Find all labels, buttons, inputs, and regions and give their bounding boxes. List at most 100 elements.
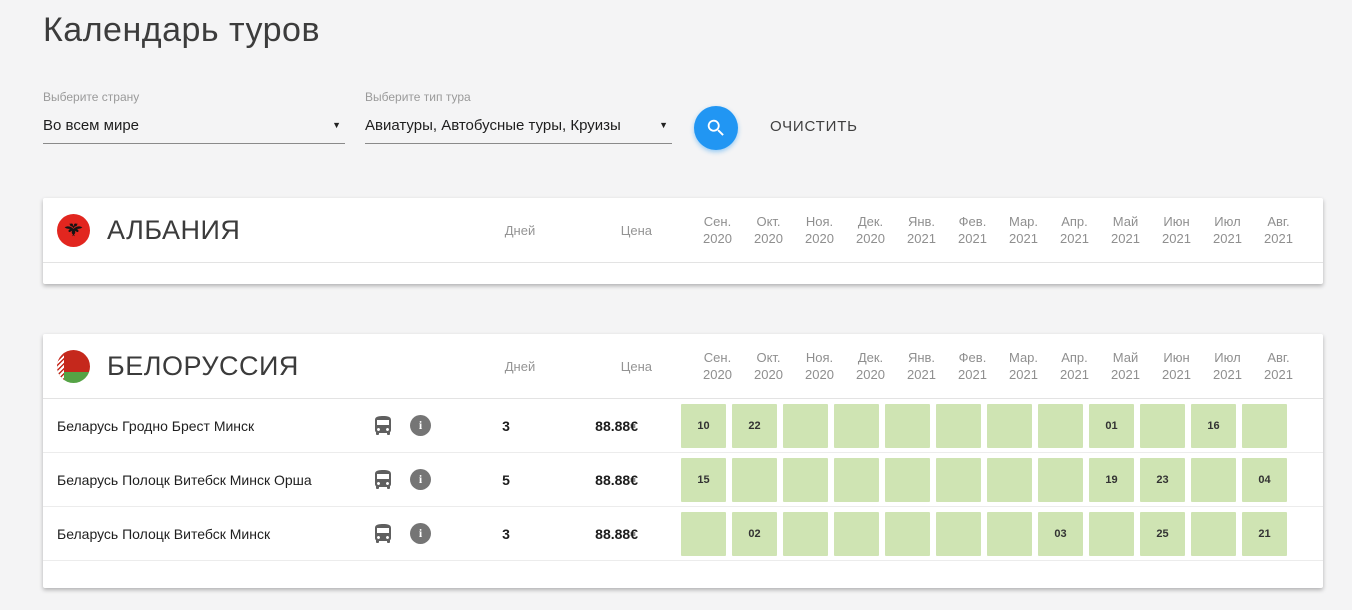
tour-row: Беларусь Гродно Брест Минск i 3 88.88€ 1…	[43, 399, 1323, 453]
month-column-header: Дек. 2020	[848, 213, 893, 247]
calendar-date-cell	[885, 512, 930, 556]
month-name: Ноя.	[797, 349, 842, 366]
country-card-header[interactable]: БЕЛОРУССИЯ Дней Цена Сен. 2020 Окт. 2020…	[43, 334, 1323, 399]
month-column-header: Мар. 2021	[1001, 213, 1046, 247]
calendar-date-cell[interactable]: 16	[1191, 404, 1236, 448]
tour-name[interactable]: Беларусь Гродно Брест Минск	[43, 418, 371, 434]
tour-icons: i	[371, 522, 471, 546]
month-year: 2021	[1103, 230, 1148, 247]
month-column-header: Авг. 2021	[1256, 349, 1301, 383]
month-name: Фев.	[950, 213, 995, 230]
calendar-date-cell[interactable]: 25	[1140, 512, 1185, 556]
calendar-date-cell[interactable]: 22	[732, 404, 777, 448]
month-column-header: Фев. 2021	[950, 349, 995, 383]
filters-bar: Выберите страну Во всем мире ▼ Выберите …	[43, 90, 1352, 150]
month-name: Янв.	[899, 349, 944, 366]
tour-icons: i	[371, 414, 471, 438]
calendar-date-cell[interactable]: 03	[1038, 512, 1083, 556]
tour-type-filter-label: Выберите тип тура	[365, 90, 672, 104]
days-column-header: Дней	[485, 359, 555, 374]
month-column-header: Ноя. 2020	[797, 349, 842, 383]
month-year: 2020	[746, 366, 791, 383]
sections: АЛБАНИЯ Дней Цена Сен. 2020 Окт. 2020 Но…	[0, 198, 1352, 588]
card-body	[43, 263, 1323, 284]
country-filter-label: Выберите страну	[43, 90, 345, 104]
tour-price: 88.88€	[541, 526, 638, 542]
calendar-date-cell	[936, 458, 981, 502]
month-year: 2021	[1256, 230, 1301, 247]
tour-name[interactable]: Беларусь Полоцк Витебск Минск	[43, 526, 371, 542]
country-title-area: БЕЛОРУССИЯ	[43, 350, 485, 383]
month-year: 2020	[848, 230, 893, 247]
calendar-date-cell	[987, 512, 1032, 556]
month-name: Мар.	[1001, 213, 1046, 230]
calendar-date-cell[interactable]: 02	[732, 512, 777, 556]
month-column-header: Июл 2021	[1205, 213, 1250, 247]
info-icon[interactable]: i	[410, 523, 431, 544]
country-select[interactable]: Во всем мире ▼	[43, 117, 345, 144]
search-button[interactable]	[694, 106, 738, 150]
calendar-date-cell	[783, 404, 828, 448]
calendar-date-cell[interactable]: 01	[1089, 404, 1134, 448]
tour-days: 5	[471, 472, 541, 488]
calendar-date-cell[interactable]: 19	[1089, 458, 1134, 502]
calendar-date-cell[interactable]: 21	[1242, 512, 1287, 556]
calendar-date-cell	[936, 512, 981, 556]
calendar-date-cell	[783, 512, 828, 556]
calendar-date-cell	[987, 404, 1032, 448]
month-name: Дек.	[848, 213, 893, 230]
calendar-date-cell[interactable]: 15	[681, 458, 726, 502]
info-icon[interactable]: i	[410, 469, 431, 490]
month-column-header: Ноя. 2020	[797, 213, 842, 247]
calendar-date-cell[interactable]: 23	[1140, 458, 1185, 502]
month-name: Дек.	[848, 349, 893, 366]
month-name: Июн	[1154, 213, 1199, 230]
search-icon	[705, 117, 727, 139]
month-name: Ноя.	[797, 213, 842, 230]
country-title-area: АЛБАНИЯ	[43, 214, 485, 247]
month-column-header: Май 2021	[1103, 213, 1148, 247]
month-column-header: Сен. 2020	[695, 213, 740, 247]
month-year: 2021	[950, 230, 995, 247]
month-column-header: Июн 2021	[1154, 349, 1199, 383]
month-column-header: Июн 2021	[1154, 213, 1199, 247]
calendar-date-cell[interactable]: 04	[1242, 458, 1287, 502]
tour-days: 3	[471, 526, 541, 542]
tour-row: Беларусь Полоцк Витебск Минск Орша i 5 8…	[43, 453, 1323, 507]
price-column-header: Цена	[555, 359, 652, 374]
month-name: Июл	[1205, 349, 1250, 366]
month-year: 2020	[848, 366, 893, 383]
month-name: Авг.	[1256, 349, 1301, 366]
month-name: Май	[1103, 213, 1148, 230]
tour-row: Беларусь Полоцк Витебск Минск i 3 88.88€…	[43, 507, 1323, 561]
info-icon[interactable]: i	[410, 415, 431, 436]
month-year: 2021	[1052, 366, 1097, 383]
tour-name[interactable]: Беларусь Полоцк Витебск Минск Орша	[43, 472, 371, 488]
tour-type-select-value: Авиатуры, Автобусные туры, Круизы	[365, 117, 621, 134]
month-year: 2021	[1154, 366, 1199, 383]
tour-type-select[interactable]: Авиатуры, Автобусные туры, Круизы ▼	[365, 117, 672, 144]
card-empty-area	[43, 561, 1323, 588]
calendar-date-cell	[732, 458, 777, 502]
month-year: 2021	[1001, 230, 1046, 247]
month-year: 2021	[1052, 230, 1097, 247]
month-name: Май	[1103, 349, 1148, 366]
clear-button[interactable]: ОЧИСТИТЬ	[770, 118, 858, 135]
month-name: Янв.	[899, 213, 944, 230]
month-column-header: Апр. 2021	[1052, 213, 1097, 247]
calendar-cells: 15 1923 04	[681, 458, 1287, 502]
month-year: 2021	[1256, 366, 1301, 383]
country-card-header[interactable]: АЛБАНИЯ Дней Цена Сен. 2020 Окт. 2020 Но…	[43, 198, 1323, 263]
calendar-date-cell	[936, 404, 981, 448]
month-year: 2021	[1205, 230, 1250, 247]
month-name: Окт.	[746, 349, 791, 366]
month-column-header: Окт. 2020	[746, 349, 791, 383]
month-year: 2021	[1154, 230, 1199, 247]
country-card: БЕЛОРУССИЯ Дней Цена Сен. 2020 Окт. 2020…	[43, 334, 1323, 588]
calendar-date-cell	[1038, 404, 1083, 448]
month-column-header: Янв. 2021	[899, 349, 944, 383]
month-name: Апр.	[1052, 349, 1097, 366]
tour-type-filter: Выберите тип тура Авиатуры, Автобусные т…	[365, 90, 672, 144]
country-card: АЛБАНИЯ Дней Цена Сен. 2020 Окт. 2020 Но…	[43, 198, 1323, 284]
calendar-date-cell[interactable]: 10	[681, 404, 726, 448]
